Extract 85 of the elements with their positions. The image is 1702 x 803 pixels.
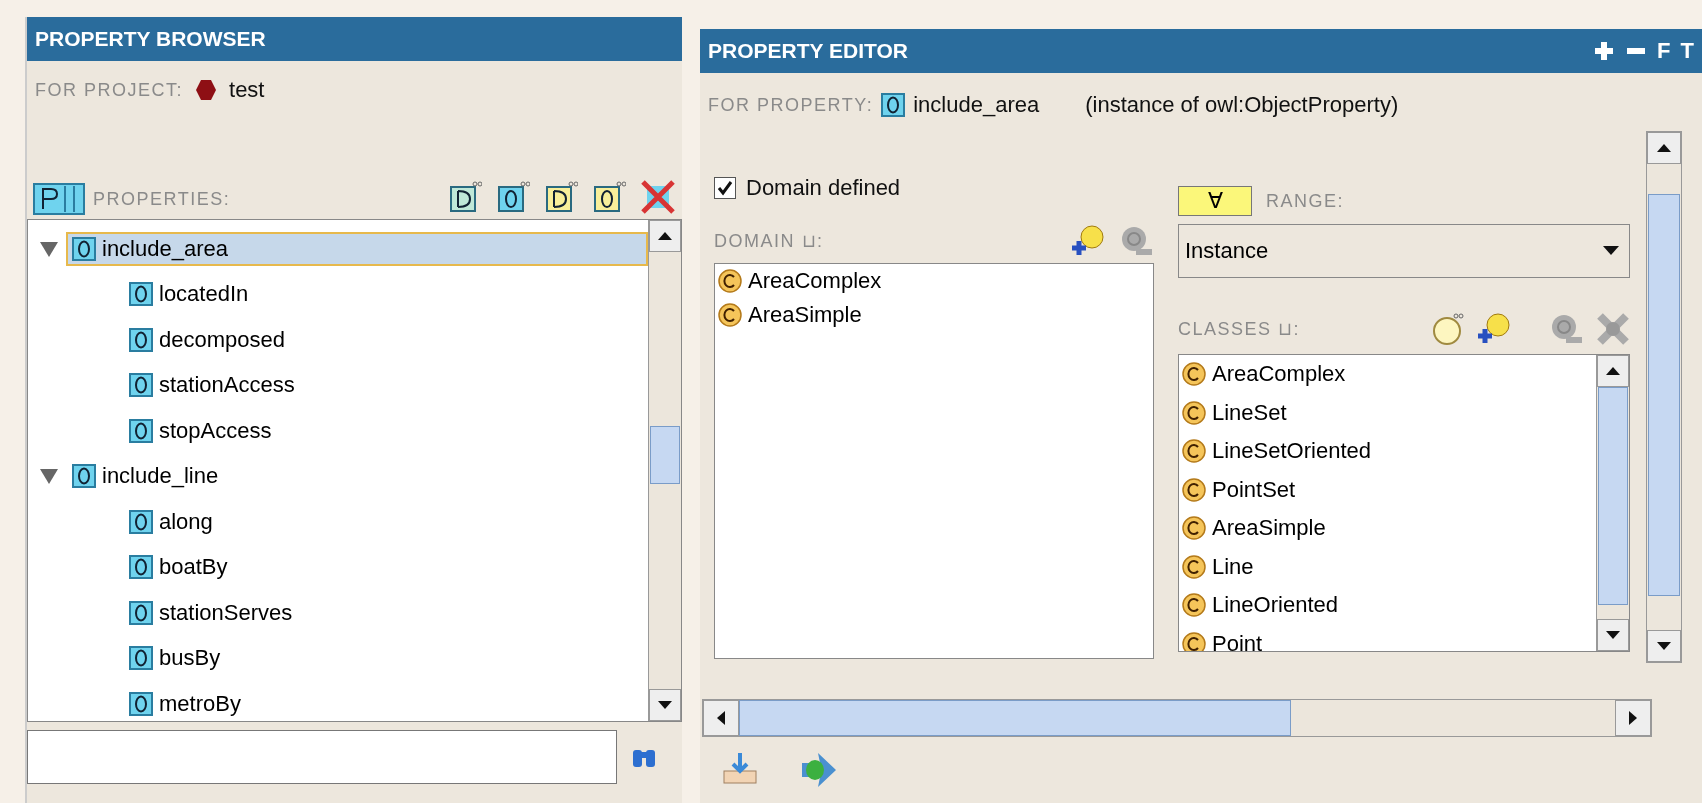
class-icon [718,303,742,327]
vertical-scrollbar[interactable] [648,220,681,721]
object-property-icon [72,236,96,261]
up-arrow-icon[interactable] [1657,144,1671,152]
class-item[interactable]: PointSet [1179,470,1596,509]
up-arrow-icon[interactable] [658,232,672,240]
scroll-thumb[interactable] [1648,194,1680,596]
vertical-scrollbar[interactable] [1596,355,1629,651]
scroll-thumb[interactable] [650,426,680,484]
object-property-icon [129,509,153,534]
object-property-icon [129,327,153,352]
search-field[interactable] [27,730,617,784]
domain-item[interactable]: AreaComplex [715,264,1153,298]
object-property-icon [129,646,153,671]
check-icon [717,180,733,196]
classes-label: CLASSES ⊔: [1178,318,1301,340]
down-arrow-icon[interactable] [1606,631,1620,639]
right-arrow-icon[interactable] [1629,711,1637,725]
hexagon-icon [195,79,217,101]
object-property-icon [129,373,153,398]
object-property-icon [129,418,153,443]
object-property-icon [129,691,153,716]
tree-item[interactable]: stationAccess [123,368,301,403]
class-icon [1182,439,1206,464]
panel-header: PROPERTY BROWSER [27,17,682,61]
tree-item[interactable]: stationServes [123,595,299,630]
property-name: include_area [913,92,1040,118]
vertical-scrollbar[interactable] [1646,131,1682,663]
object-property-icon [72,464,96,489]
panel-header: PROPERTY EDITOR F T [700,29,1702,73]
object-property-icon [881,93,906,117]
tree-item[interactable]: metroBy [123,686,247,721]
class-item[interactable]: Point [1179,624,1596,651]
range-label: RANGE: [1266,190,1344,212]
domain-label: DOMAIN ⊔: [714,230,824,252]
object-property-icon [129,600,153,625]
project-name: test [229,77,265,103]
scroll-thumb[interactable] [739,700,1291,736]
collapse-triangle-icon[interactable] [38,239,60,258]
tree-item[interactable]: stopAccess [123,413,278,448]
object-property-icon [129,555,153,580]
plus-icon[interactable] [1593,40,1616,62]
down-arrow-icon[interactable] [658,701,672,709]
header-button[interactable]: T [1680,38,1694,64]
class-icon [1182,362,1206,387]
up-arrow-icon[interactable] [1606,367,1620,375]
caret-icon [1603,246,1619,256]
tree-item[interactable]: include_area [66,231,648,266]
tree-item[interactable]: include_line [66,459,225,494]
collapse-triangle-icon[interactable] [38,467,60,486]
quantifier-badge: ∀ [1178,186,1252,216]
tree-item[interactable]: boatBy [123,550,234,585]
class-icon [1182,516,1206,541]
class-item[interactable]: LineSetOriented [1179,432,1596,471]
class-icon [1182,477,1206,502]
class-icon [1182,593,1206,618]
class-icon [1182,400,1206,425]
horizontal-scrollbar[interactable] [702,699,1652,737]
tree-item[interactable]: decomposed [123,322,291,357]
class-item[interactable]: AreaSimple [1179,509,1596,548]
left-arrow-icon[interactable] [717,711,725,725]
tree-item[interactable]: busBy [123,641,227,676]
object-property-icon [129,282,153,307]
tree-item[interactable]: locatedIn [123,277,255,312]
property-label: FOR PROPERTY: [708,94,874,116]
download-icon[interactable] [722,751,758,785]
range-dropdown[interactable]: Instance [1178,224,1630,278]
header-button[interactable]: F [1657,38,1671,64]
class-item[interactable]: Line [1179,547,1596,586]
tree-item[interactable]: along [123,504,219,539]
properties-icon [33,183,85,215]
class-icon [1182,554,1206,579]
class-icon [1182,631,1206,651]
class-item[interactable]: LineOriented [1179,586,1596,625]
class-item[interactable]: AreaComplex [1179,355,1596,394]
property-type: (instance of owl:ObjectProperty) [1085,92,1399,118]
class-icon [718,269,742,293]
domain-item[interactable]: AreaSimple [715,298,1153,332]
down-arrow-icon[interactable] [1657,642,1671,650]
class-item[interactable]: LineSet [1179,393,1596,432]
properties-label: PROPERTIES: [93,188,231,210]
delete-icon[interactable] [640,179,676,215]
domain-defined-checkbox[interactable]: Domain defined [714,175,1154,201]
scroll-thumb[interactable] [1598,387,1628,605]
project-label: FOR PROJECT: [35,79,183,101]
